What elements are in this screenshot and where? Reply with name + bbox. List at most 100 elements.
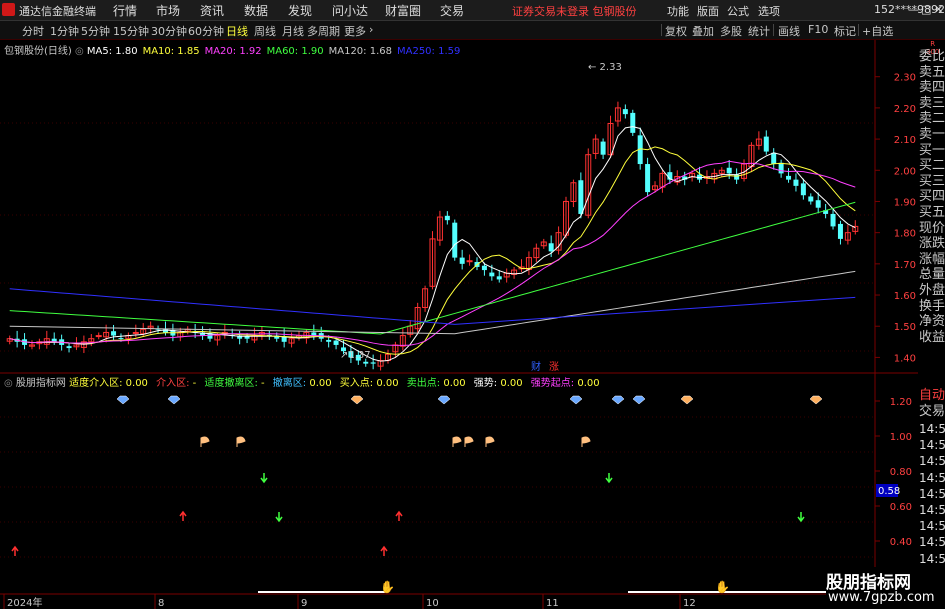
indicator-legend: ◎ 股朋指标网 适度介入区: 0.00 介入区: - 适度撤离区: - 撤离区:…	[4, 374, 605, 389]
sidebar-item-2[interactable]: 卖四	[919, 81, 945, 95]
period-30min[interactable]: 30分钟	[151, 23, 187, 39]
sidebar-item-18[interactable]: 收益	[919, 330, 945, 345]
menu-ask[interactable]: 问小达	[332, 2, 368, 19]
price-tick-label-4: 1.90	[894, 197, 916, 208]
sidebar-item-4[interactable]: 卖二	[919, 112, 945, 126]
sidebar-item-11[interactable]: 现价	[919, 221, 945, 236]
indicator-field-3: 撤离区: 0.00	[269, 378, 332, 389]
ind-tick-label-3: 0.60	[890, 502, 912, 513]
sidebar-item-15[interactable]: 外盘	[919, 284, 945, 298]
hand-icon: ✋	[380, 580, 395, 594]
sidebar-item-9[interactable]: 买四	[919, 190, 945, 204]
ma-value-1: MA10: 1.85	[142, 46, 200, 57]
ind-tick-label-2: 0.80	[890, 467, 912, 478]
close-icon[interactable]: ✕	[934, 3, 943, 16]
sidebar-item-13[interactable]: 涨幅	[919, 252, 945, 267]
menu-news[interactable]: 资讯	[200, 2, 224, 19]
auto-label[interactable]: 自动	[919, 389, 945, 403]
sidebar-item-0[interactable]: 委比	[919, 50, 945, 64]
btn-statistics[interactable]: 统计	[748, 23, 770, 39]
menu-function[interactable]: 功能	[667, 3, 689, 19]
sidebar-item-1[interactable]: 卖五	[919, 65, 945, 80]
sidebar-item-16[interactable]: 换手	[919, 299, 945, 314]
sidebar-item-8[interactable]: 买三	[919, 174, 945, 189]
period-weekly[interactable]: 周线	[254, 23, 276, 39]
price-tick-label-8: 1.50	[894, 322, 916, 333]
btn-overlay[interactable]: 叠加	[692, 23, 714, 39]
menu-options[interactable]: 选项	[758, 3, 780, 19]
sidebar-item-3[interactable]: 卖三	[919, 96, 945, 111]
period-60min[interactable]: 60分钟	[188, 23, 224, 39]
kline-chart[interactable]: 2.30 2.20 2.10 2.00 1.90 1.80 1.70 1.60 1.50 1.40…	[0, 40, 918, 609]
period-15min[interactable]: 15分钟	[113, 23, 149, 39]
sidebar-item-7[interactable]: 买二	[919, 159, 945, 173]
candle-body	[548, 243, 554, 252]
candle-body	[66, 346, 72, 349]
candle-body	[326, 339, 332, 342]
period-1min[interactable]: 1分钟	[50, 23, 79, 39]
tick-time-0: 14:56	[919, 422, 945, 436]
menu-wealth-circle[interactable]: 财富圈	[385, 2, 421, 19]
candle-body	[444, 215, 450, 221]
buy-arrow-icon	[395, 510, 403, 521]
minimize-icon[interactable]: —	[908, 3, 919, 16]
btn-draw[interactable]: 画线	[778, 23, 800, 39]
menu-market[interactable]: 市场	[156, 2, 180, 19]
login-warning[interactable]: 证券交易未登录 包钢股份	[512, 3, 637, 19]
candle-body	[726, 167, 732, 174]
watermark-url: www.7gpzb.com	[828, 590, 935, 605]
trade-label[interactable]: 交易	[919, 405, 945, 419]
sidebar-item-17[interactable]: 净资	[919, 315, 945, 329]
tick-time-2: 14:56	[919, 454, 945, 469]
candle-body	[771, 152, 777, 165]
period-more[interactable]: 更多	[344, 23, 366, 39]
divider	[661, 24, 662, 36]
period-daily[interactable]: 日线	[226, 23, 248, 39]
btn-add-watchlist[interactable]: +自选	[862, 23, 893, 39]
sidebar-item-6[interactable]: 买一	[919, 143, 945, 158]
ma-value-2: MA20: 1.92	[204, 46, 262, 57]
menu-quotes[interactable]: 行情	[113, 2, 137, 19]
settings-icon[interactable]: ◎	[4, 378, 16, 389]
menu-data[interactable]: 数据	[244, 2, 268, 19]
menu-layout[interactable]: 版面	[697, 3, 719, 19]
btn-f10[interactable]: F10	[808, 23, 828, 36]
sell-arrow-icon	[260, 473, 268, 484]
btn-adjust[interactable]: 复权	[665, 23, 687, 39]
period-5min[interactable]: 5分钟	[81, 23, 110, 39]
menu-discover[interactable]: 发现	[288, 2, 312, 19]
blue-diamond-icon	[632, 395, 646, 405]
price-tick-label-0: 2.30	[894, 73, 916, 84]
candle-body	[459, 257, 465, 264]
price-tick-label-7: 1.60	[894, 291, 916, 302]
tick-time-5: 14:56	[919, 503, 945, 517]
sell-arrow-icon	[275, 512, 283, 523]
btn-multi-stock[interactable]: 多股	[720, 23, 742, 39]
sidebar-item-10[interactable]: 买五	[919, 206, 945, 220]
badge-1: 涨	[549, 361, 559, 373]
period-multi[interactable]: 多周期	[307, 23, 340, 39]
period-monthly[interactable]: 月线	[282, 23, 304, 39]
ma-legend: 包钢股份(日线) ◎ MA5: 1.80 MA10: 1.85 MA20: 1.92…	[4, 42, 465, 57]
btn-mark[interactable]: 标记	[834, 23, 856, 39]
hand-icon: ✋	[715, 580, 730, 594]
menu-formula[interactable]: 公式	[727, 3, 749, 19]
flag-icon	[200, 436, 210, 447]
settings-icon[interactable]: ◎	[75, 46, 87, 57]
candle-body	[830, 213, 836, 227]
indicator-field-1: 介入区: -	[152, 378, 197, 389]
tick-time-6: 14:56	[919, 519, 945, 534]
more-chevron-icon[interactable]: ›	[369, 23, 373, 36]
app-name: 通达信金融终端	[19, 5, 96, 18]
menu-trade[interactable]: 交易	[440, 2, 464, 19]
period-intraday[interactable]: 分时	[22, 23, 44, 39]
maximize-icon[interactable]: □	[921, 3, 931, 16]
sidebar-item-12[interactable]: 涨跌	[919, 237, 945, 251]
sidebar-item-14[interactable]: 总量	[919, 268, 945, 282]
sidebar-item-5[interactable]: 卖一	[919, 128, 945, 142]
indicator-field-7: 强势起点: 0.00	[527, 378, 600, 389]
candle-body	[111, 331, 117, 336]
candle-body	[333, 340, 339, 345]
indicator-field-2: 适度撤离区: -	[201, 378, 265, 389]
tick-time-4: 14:56	[919, 486, 945, 501]
